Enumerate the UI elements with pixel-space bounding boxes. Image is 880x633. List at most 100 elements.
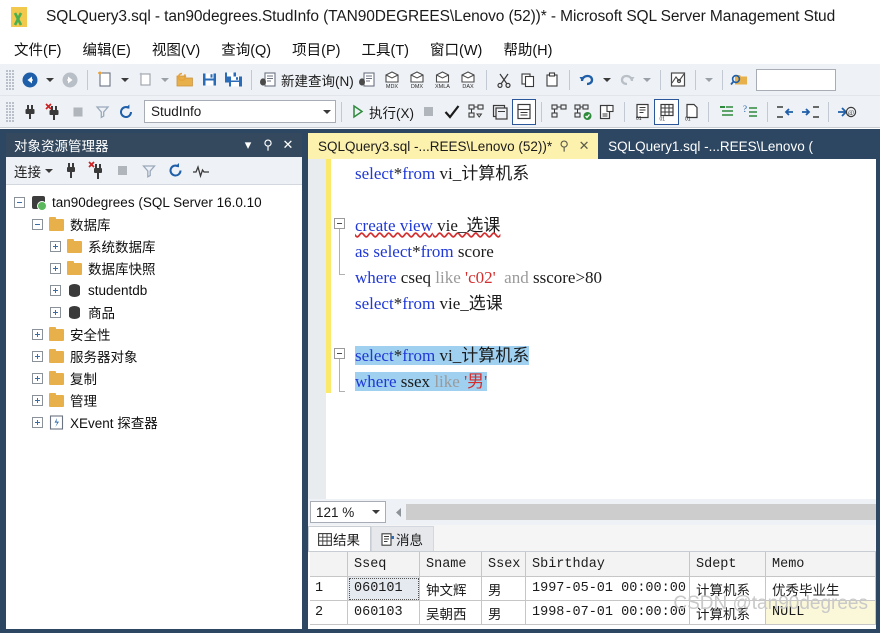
new-xmla-query-icon[interactable]: XMLA (430, 67, 456, 93)
execute-button[interactable]: 执行(X) (347, 99, 416, 125)
editor-selection-margin[interactable] (308, 159, 326, 499)
tab-messages[interactable]: 消息 (371, 526, 434, 551)
increase-indent-icon[interactable] (798, 99, 823, 125)
grid-cell-sseq[interactable]: 060103 (348, 601, 420, 625)
tree-node-databases[interactable]: 数据库 (6, 213, 302, 235)
editor-outlining-column[interactable] (331, 159, 351, 499)
new-dmx-query-icon[interactable]: DMX (405, 67, 430, 93)
copy-icon[interactable] (516, 67, 540, 93)
expander-icon[interactable] (50, 284, 61, 296)
display-estimated-plan-icon[interactable] (464, 99, 488, 125)
menu-view[interactable]: 视图(V) (152, 39, 200, 60)
expander-icon[interactable] (32, 350, 43, 362)
chevron-down-icon[interactable] (318, 109, 335, 114)
cut-icon[interactable] (492, 67, 516, 93)
scroll-left-arrow-icon[interactable] (390, 503, 406, 521)
navigate-back-dropdown-icon[interactable] (46, 77, 54, 82)
stop-icon[interactable] (66, 99, 90, 125)
database-selector[interactable]: StudInfo (144, 100, 336, 123)
connect-dropdown-icon[interactable] (45, 168, 53, 173)
new-query-db-icon[interactable] (356, 67, 380, 93)
uncomment-lines-icon[interactable]: ? (738, 99, 762, 125)
tree-node-shangpin[interactable]: 商品 (6, 301, 302, 323)
expander-icon[interactable] (32, 372, 43, 384)
tree-node-database-snapshots[interactable]: 数据库快照 (6, 257, 302, 279)
new-item-dropdown-icon[interactable] (161, 77, 169, 82)
tree-node-system-databases[interactable]: 系统数据库 (6, 235, 302, 257)
connect-plug-icon[interactable] (59, 160, 83, 182)
grid-header-sdept[interactable]: Sdept (690, 552, 766, 577)
refresh-icon[interactable] (163, 160, 187, 182)
results-grid[interactable]: Sseq Sname Ssex Sbirthday Sdept Memo 1 0… (310, 552, 876, 629)
code-lines[interactable]: select*from vi_计算机系 create view vie_选课 a… (351, 159, 876, 499)
grid-header-rownum[interactable] (310, 552, 348, 577)
grid-header-sbirthday[interactable]: Sbirthday (526, 552, 690, 577)
new-mdx-query-icon[interactable]: MDX (380, 67, 405, 93)
editor-horizontal-scrollbar[interactable] (390, 503, 876, 521)
grid-cell-ssex[interactable]: 男 (482, 577, 526, 601)
pin-icon[interactable]: ⚲ (556, 138, 572, 154)
grid-header-sseq[interactable]: Sseq (348, 552, 420, 577)
grid-cell-sdept[interactable]: 计算机系 (690, 601, 766, 625)
tree-node-studentdb[interactable]: studentdb (6, 279, 302, 301)
decrease-indent-icon[interactable] (773, 99, 798, 125)
results-to-grid-icon[interactable]: 01 (654, 98, 679, 125)
scrollbar-track[interactable] (406, 504, 876, 520)
parse-check-icon[interactable] (440, 99, 464, 125)
grid-cell-memo[interactable]: 优秀毕业生 (766, 577, 876, 601)
zoom-selector[interactable]: 121 % (310, 501, 386, 523)
new-project-icon[interactable] (93, 67, 117, 93)
outline-collapse-icon[interactable] (334, 348, 345, 359)
grid-cell-ssex[interactable]: 男 (482, 601, 526, 625)
tree-node-replication[interactable]: 复制 (6, 367, 302, 389)
new-item-icon[interactable] (133, 67, 157, 93)
menu-edit[interactable]: 编辑(E) (83, 39, 131, 60)
save-icon[interactable] (197, 67, 221, 93)
grid-cell-sseq[interactable]: 060101 (348, 577, 420, 601)
outline-collapse-icon[interactable] (334, 218, 345, 229)
menu-project[interactable]: 项目(P) (292, 39, 340, 60)
expander-icon[interactable] (32, 218, 43, 230)
navigate-forward-icon[interactable] (58, 67, 82, 93)
grid-cell-memo[interactable]: NULL (766, 601, 876, 625)
tree-node-server-objects[interactable]: 服务器对象 (6, 345, 302, 367)
new-dax-query-icon[interactable]: DAX (456, 67, 481, 93)
include-client-statistics-icon[interactable] (571, 99, 595, 125)
include-actual-plan-icon[interactable] (512, 98, 536, 125)
grid-header-ssex[interactable]: Ssex (482, 552, 526, 577)
save-all-icon[interactable] (221, 67, 246, 93)
toolbar-grip[interactable] (6, 69, 15, 90)
menu-file[interactable]: 文件(F) (14, 39, 62, 60)
close-icon[interactable]: ✕ (278, 135, 298, 155)
table-row[interactable]: 2 060103 吴朝西 男 1998-07-01 00:00:00 计算机系 … (310, 601, 876, 625)
toolbar-overflow-icon[interactable] (704, 77, 713, 82)
stop-icon[interactable] (111, 160, 135, 182)
menu-query[interactable]: 查询(Q) (221, 39, 271, 60)
tab-sqlquery1[interactable]: SQLQuery1.sql -...REES\Lenovo ( (598, 133, 819, 159)
grid-cell-sbirthday[interactable]: 1998-07-01 00:00:00 (526, 601, 690, 625)
scrollbar-thumb[interactable] (406, 504, 876, 520)
grid-cell-sname[interactable]: 吴朝西 (420, 601, 482, 625)
include-live-plan-icon[interactable] (547, 99, 571, 125)
menu-window[interactable]: 窗口(W) (430, 39, 482, 60)
disconnect-icon[interactable] (42, 99, 66, 125)
results-to-file-icon[interactable]: 01 (679, 99, 703, 125)
filter-icon[interactable] (90, 99, 114, 125)
comment-lines-icon[interactable] (714, 99, 738, 125)
results-to-text-icon[interactable]: 01 (630, 99, 654, 125)
search-input[interactable] (755, 68, 836, 91)
stop-query-icon[interactable] (416, 99, 440, 125)
tree-node-management[interactable]: 管理 (6, 389, 302, 411)
pin-icon[interactable]: ⚲ (258, 135, 278, 155)
paste-icon[interactable] (540, 67, 564, 93)
grid-cell-sname[interactable]: 钟文辉 (420, 577, 482, 601)
expander-icon[interactable] (14, 196, 25, 208)
chevron-down-icon[interactable] (372, 510, 380, 514)
connect-icon[interactable] (18, 99, 42, 125)
sql-code-editor[interactable]: select*from vi_计算机系 create view vie_选课 a… (308, 159, 876, 499)
toolbar-grip[interactable] (6, 101, 15, 122)
expander-icon[interactable] (50, 262, 61, 274)
undo-icon[interactable] (575, 67, 599, 93)
open-file-icon[interactable] (173, 67, 197, 93)
grid-cell-sdept[interactable]: 计算机系 (690, 577, 766, 601)
